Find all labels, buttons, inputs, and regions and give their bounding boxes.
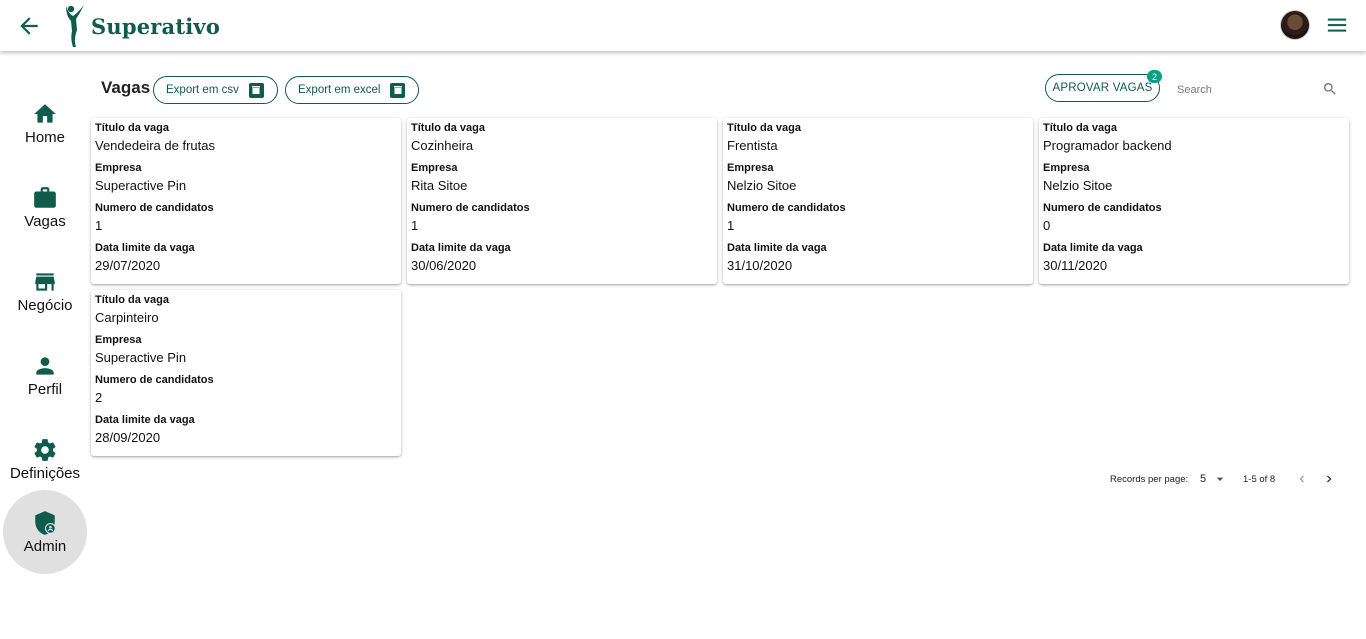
job-card[interactable]: Título da vaga Frentista Empresa Nelzio … <box>723 118 1033 284</box>
nav-item-negocio[interactable]: Negócio <box>4 250 86 332</box>
nav-item-vagas[interactable]: Vagas <box>4 166 86 248</box>
export-csv-label: Export em csv <box>166 84 239 96</box>
card-candidates-value: 1 <box>95 218 103 233</box>
page-title: Vagas <box>101 78 151 97</box>
card-company-value: Superactive Pin <box>95 350 187 365</box>
card-company-label: Empresa <box>727 162 774 174</box>
runner-logo-icon <box>66 5 84 47</box>
archive-download-icon <box>248 82 264 98</box>
approve-vagas-button[interactable]: APROVAR VAGAS <box>1045 74 1160 102</box>
nav-item-perfil[interactable]: Perfil <box>4 334 86 416</box>
card-deadline-label: Data limite da vaga <box>727 242 827 254</box>
user-avatar[interactable] <box>1280 10 1310 40</box>
nav-label-vagas: Vagas <box>24 212 66 230</box>
records-per-page-select[interactable]: 5 <box>1200 470 1228 488</box>
search-icon[interactable] <box>1322 81 1338 97</box>
app-logo[interactable]: Superativo <box>62 4 220 48</box>
card-deadline-value: 29/07/2020 <box>95 258 161 273</box>
card-company-value: Nelzio Sitoe <box>1043 178 1113 193</box>
card-deadline-label: Data limite da vaga <box>411 242 511 254</box>
card-candidates-label: Numero de candidatos <box>411 202 530 214</box>
card-title-value: Programador backend <box>1043 138 1172 153</box>
card-title-label: Título da vaga <box>95 122 169 134</box>
card-candidates-label: Numero de candidatos <box>1043 202 1162 214</box>
briefcase-icon <box>34 186 56 208</box>
pending-count-badge: 2 <box>1147 70 1162 83</box>
card-candidates-label: Numero de candidatos <box>727 202 846 214</box>
export-excel-label: Export em excel <box>298 84 381 96</box>
card-title-value: Cozinheira <box>411 138 474 153</box>
card-title-value: Carpinteiro <box>95 310 159 325</box>
chevron-right-icon[interactable] <box>1322 472 1336 486</box>
side-navigation: Home Vagas Negócio Perfil Definições Adm… <box>0 51 90 639</box>
card-candidates-value: 0 <box>1043 218 1051 233</box>
home-icon <box>34 103 56 123</box>
card-candidates-label: Numero de candidatos <box>95 374 214 386</box>
nav-item-home[interactable]: Home <box>4 82 86 164</box>
card-candidates-value: 1 <box>727 218 735 233</box>
records-per-page-label: Records per page: <box>1110 473 1189 485</box>
card-deadline-label: Data limite da vaga <box>1043 242 1143 254</box>
job-card[interactable]: Título da vaga Carpinteiro Empresa Super… <box>91 290 401 456</box>
back-arrow-icon[interactable] <box>16 13 42 39</box>
card-candidates-value: 2 <box>95 390 103 405</box>
card-deadline-value: 30/11/2020 <box>1043 258 1108 273</box>
export-excel-button[interactable]: Export em excel <box>285 76 419 104</box>
job-card[interactable]: Título da vaga Vendedeira de frutas Empr… <box>91 118 401 284</box>
archive-download-icon <box>390 82 406 98</box>
gear-icon <box>34 438 56 461</box>
card-title-label: Título da vaga <box>727 122 801 134</box>
export-csv-button[interactable]: Export em csv <box>153 76 278 104</box>
card-candidates-label: Numero de candidatos <box>95 202 214 214</box>
dropdown-arrow-icon <box>1216 477 1224 481</box>
records-per-page-value: 5 <box>1200 473 1207 485</box>
card-deadline-label: Data limite da vaga <box>95 414 195 426</box>
admin-shield-icon <box>35 510 56 535</box>
card-candidates-value: 1 <box>411 218 419 233</box>
card-company-label: Empresa <box>95 162 142 174</box>
card-company-value: Rita Sitoe <box>411 178 468 193</box>
chevron-left-icon[interactable] <box>1295 472 1309 486</box>
card-deadline-value: 28/09/2020 <box>95 430 161 445</box>
card-company-label: Empresa <box>1043 162 1090 174</box>
card-title-label: Título da vaga <box>411 122 485 134</box>
app-name: Superativo <box>91 13 221 39</box>
nav-label-negocio: Negócio <box>17 296 73 314</box>
hamburger-menu-icon[interactable] <box>1326 14 1348 36</box>
card-company-label: Empresa <box>95 334 142 346</box>
page-range: 1-5 of 8 <box>1243 473 1276 485</box>
card-company-value: Superactive Pin <box>95 178 187 193</box>
nav-item-admin[interactable]: Admin <box>3 490 87 574</box>
nav-item-definicoes[interactable]: Definições <box>4 418 86 500</box>
card-title-value: Vendedeira de frutas <box>95 138 215 153</box>
job-card[interactable]: Título da vaga Programador backend Empre… <box>1039 118 1349 284</box>
card-deadline-label: Data limite da vaga <box>95 242 195 254</box>
card-company-label: Empresa <box>411 162 458 174</box>
card-company-value: Nelzio Sitoe <box>727 178 797 193</box>
nav-label-admin: Admin <box>23 537 67 555</box>
card-deadline-value: 31/10/2020 <box>727 258 793 273</box>
search-input[interactable] <box>1177 80 1317 100</box>
person-icon <box>36 356 54 375</box>
card-deadline-value: 30/06/2020 <box>411 258 477 273</box>
card-title-label: Título da vaga <box>1043 122 1117 134</box>
store-icon <box>35 272 55 291</box>
nav-label-home: Home <box>24 128 65 146</box>
top-app-bar: Superativo <box>0 0 1366 51</box>
nav-label-perfil: Perfil <box>27 380 63 398</box>
nav-label-definicoes: Definições <box>9 464 81 482</box>
job-card[interactable]: Título da vaga Cozinheira Empresa Rita S… <box>407 118 717 284</box>
card-title-label: Título da vaga <box>95 294 169 306</box>
card-title-value: Frentista <box>727 138 778 153</box>
